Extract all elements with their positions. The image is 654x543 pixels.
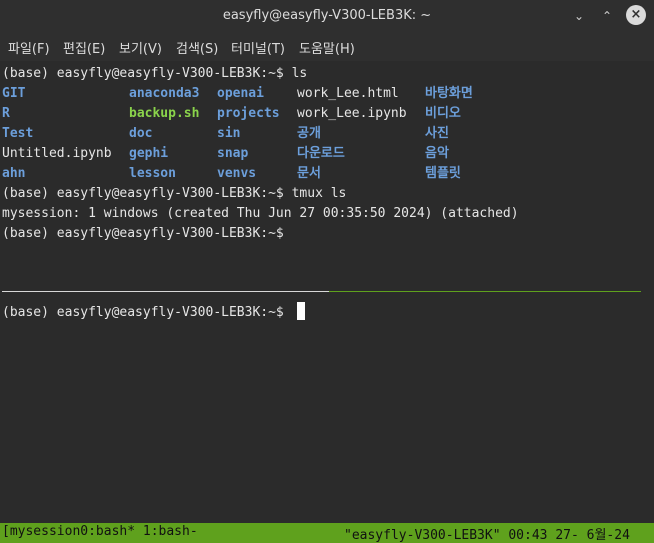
ls-entry: venvs	[217, 166, 257, 181]
terminal-area[interactable]: (base) easyfly@easyfly-V300-LEB3K:~$ ls …	[0, 61, 654, 523]
ls-entry: 비디오	[425, 106, 461, 121]
ls-entry: GIT	[2, 86, 26, 101]
ls-entry: work_Lee.ipynb	[297, 106, 407, 121]
ls-entry: work_Lee.html	[297, 86, 399, 101]
ls-entry: 문서	[297, 166, 321, 181]
pane2-prompt-line: (base) easyfly@easyfly-V300-LEB3K:~$	[2, 305, 284, 320]
menu-bar: 파일(F) 편집(E) 보기(V) 검색(S) 터미널(T) 도움말(H)	[0, 31, 654, 61]
ls-entry: gephi	[129, 146, 169, 161]
ls-entry: openai	[217, 86, 264, 101]
ls-entry: lesson	[129, 166, 176, 181]
prompt-tmux-line: (base) easyfly@easyfly-V300-LEB3K:~$ tmu…	[2, 186, 347, 201]
ls-entry: 다운로드	[297, 146, 345, 161]
prompt-empty-line: (base) easyfly@easyfly-V300-LEB3K:~$	[2, 226, 284, 241]
maximize-icon[interactable]: ⌃	[597, 6, 617, 26]
ls-entry: 바탕화면	[425, 86, 473, 101]
tmux-status-bar: [mysession0:bash* 1:bash- "easyfly-V300-…	[0, 523, 654, 543]
status-left: [mysession0:bash* 1:bash-	[2, 524, 198, 539]
text-cursor	[297, 302, 305, 320]
pane-divider-left	[2, 291, 329, 292]
ls-entry: 공개	[297, 126, 321, 141]
ls-entry: Untitled.ipynb	[2, 146, 112, 161]
status-right: "easyfly-V300-LEB3K" 00:43 27- 6월-24	[344, 528, 630, 543]
ls-entry: sin	[217, 126, 241, 141]
menu-edit[interactable]: 편집(E)	[63, 38, 105, 57]
prompt-ls-line: (base) easyfly@easyfly-V300-LEB3K:~$ ls	[2, 66, 308, 81]
window-title: easyfly@easyfly-V300-LEB3K: ~	[222, 8, 432, 23]
menu-terminal[interactable]: 터미널(T)	[231, 38, 285, 57]
ls-entry: ahn	[2, 166, 26, 181]
minimize-icon[interactable]: ⌄	[569, 6, 589, 26]
tmux-output-line: mysession: 1 windows (created Thu Jun 27…	[2, 206, 519, 221]
menu-search[interactable]: 검색(S)	[176, 38, 218, 57]
close-icon[interactable]: ×	[626, 5, 646, 25]
ls-entry: 음악	[425, 146, 449, 161]
ls-entry: R	[2, 106, 10, 121]
menu-file[interactable]: 파일(F)	[8, 38, 50, 57]
menu-help[interactable]: 도움말(H)	[299, 38, 355, 57]
ls-entry: doc	[129, 126, 153, 141]
pane-divider-right	[329, 291, 641, 292]
ls-entry: projects	[217, 106, 280, 121]
ls-entry: anaconda3	[129, 86, 200, 101]
menu-view[interactable]: 보기(V)	[119, 38, 162, 57]
ls-entry: snap	[217, 146, 249, 161]
ls-entry: Test	[2, 126, 34, 141]
ls-entry: 사진	[425, 126, 449, 141]
ls-entry: 템플릿	[425, 166, 461, 181]
ls-entry: backup.sh	[129, 106, 200, 121]
title-bar: easyfly@easyfly-V300-LEB3K: ~ ⌄ ⌃ ×	[0, 0, 654, 31]
